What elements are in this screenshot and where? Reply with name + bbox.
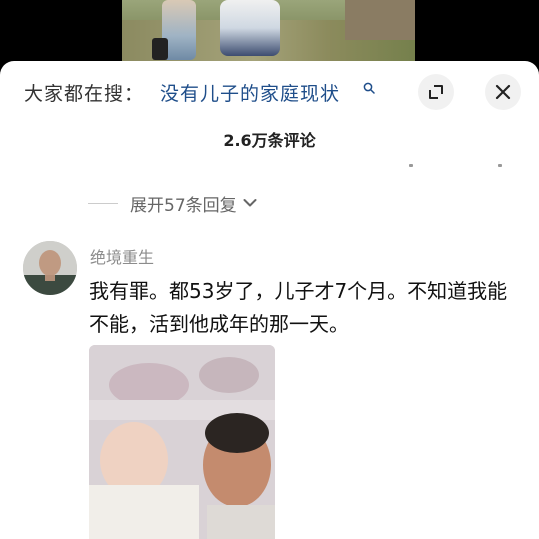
- search-suggestion-term[interactable]: 没有儿子的家庭现状: [160, 79, 340, 106]
- comment-count: 2.6万条评论: [223, 131, 316, 150]
- search-suggestion-prefix: 大家都在搜：: [24, 83, 145, 105]
- chevron-down-icon: [243, 199, 257, 207]
- comment-username[interactable]: 绝境重生: [90, 244, 154, 268]
- video-wall: [345, 0, 415, 40]
- video-background: [0, 0, 539, 70]
- video-person-2: [220, 0, 280, 56]
- search-icon[interactable]: [363, 82, 375, 94]
- close-button[interactable]: [485, 74, 521, 110]
- comment-photo-image: [89, 345, 275, 539]
- video-bag: [152, 38, 168, 60]
- expand-replies-label: 展开57条回复: [130, 195, 237, 216]
- scroll-residue: [409, 164, 413, 167]
- replies-divider: [88, 202, 118, 204]
- expand-replies-button[interactable]: 展开57条回复: [88, 191, 257, 216]
- video-frame[interactable]: [122, 0, 415, 70]
- comment-sheet: 大家都在搜： 没有儿子的家庭现状 2.6万条评论 展开57条回复 绝境重生 我有…: [0, 61, 539, 539]
- comment-photo[interactable]: [89, 345, 275, 539]
- close-icon: [495, 84, 511, 100]
- comment-text: 我有罪。都53岁了，儿子才7个月。不知道我能不能，活到他成年的那一天。: [89, 279, 508, 336]
- avatar[interactable]: [23, 241, 77, 295]
- search-suggestion-bar[interactable]: 大家都在搜： 没有儿子的家庭现状: [0, 61, 539, 123]
- scroll-residue: [498, 164, 502, 167]
- expand-icon: [429, 85, 443, 99]
- expand-button[interactable]: [418, 74, 454, 110]
- avatar-image: [23, 241, 77, 295]
